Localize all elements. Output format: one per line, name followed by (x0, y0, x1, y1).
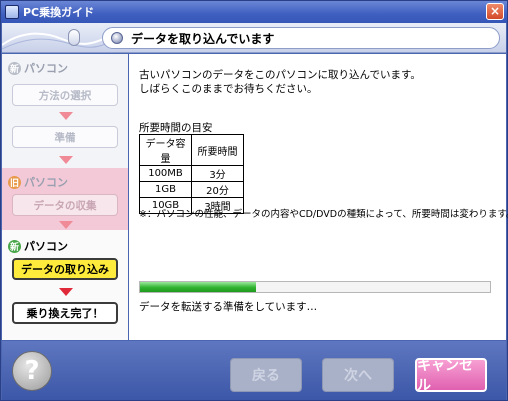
section-label: 新 パソコン (8, 238, 68, 254)
sidebar-section-new-pc-1: 新 パソコン 方法の選択 準備 (2, 54, 128, 168)
table-header: 所要時間 (191, 134, 244, 166)
window-title: PC乗換ガイド (23, 6, 95, 19)
down-arrow-icon (59, 112, 73, 120)
step-complete: 乗り換え完了！ (12, 302, 118, 324)
sidebar-section-new-pc-2: 新 パソコン データの取り込み 乗り換え完了！ (2, 230, 128, 340)
table-row: 1GB 20分 (139, 181, 244, 198)
table-cell: 100MB (139, 165, 192, 182)
progress-fill (140, 282, 256, 292)
close-button[interactable]: × (486, 3, 504, 20)
help-button[interactable]: ? (12, 351, 52, 391)
progress-status-text: データを転送する準備をしています… (139, 301, 318, 313)
old-badge-icon: 旧 (8, 175, 21, 189)
step-method-select: 方法の選択 (12, 84, 118, 106)
bullet-icon (111, 32, 123, 44)
step-data-collect: データの収集 (12, 194, 118, 216)
section-label-text: パソコン (24, 176, 68, 189)
section-label: 新 パソコン (8, 60, 68, 76)
section-label-text: パソコン (24, 240, 68, 253)
next-button[interactable]: 次へ (322, 358, 394, 392)
table-row: 100MB 3分 (139, 165, 244, 182)
step-prepare: 準備 (12, 126, 118, 148)
page-title: データを取り込んでいます (131, 31, 275, 46)
step-data-import-current: データの取り込み (12, 258, 118, 280)
table-header: データ容量 (139, 134, 192, 166)
message-line-2: しばらくこのままでお待ちください。 (139, 83, 318, 95)
footnote: ※：パソコンの性能、データの内容やCD/DVDの種類によって、所要時間は変わりま… (139, 209, 508, 220)
title-bar: PC乗換ガイド × (1, 1, 507, 23)
message-line-1: 古いパソコンのデータをこのパソコンに取り込んでいます。 (139, 69, 421, 81)
down-arrow-icon (59, 288, 73, 296)
new-badge-icon: 新 (8, 61, 21, 75)
new-badge-icon: 新 (8, 239, 21, 253)
time-estimate-table: データ容量 所要時間 100MB 3分 1GB 20分 10GB 3時間 (139, 134, 244, 214)
table-cell: 3分 (191, 165, 244, 182)
progress-bar (139, 281, 491, 293)
down-arrow-icon (59, 221, 73, 229)
mouse-icon (68, 29, 80, 46)
section-label: 旧 パソコン (8, 174, 68, 190)
back-button[interactable]: 戻る (230, 358, 302, 392)
step-sidebar: 新 パソコン 方法の選択 準備 旧 パソコン データの収集 新 パソコン データ… (2, 54, 128, 340)
cancel-button[interactable]: キャンセル (415, 358, 487, 394)
sidebar-section-old-pc: 旧 パソコン データの収集 (2, 168, 128, 230)
app-icon (5, 5, 19, 19)
header-title-pill: データを取り込んでいます (102, 27, 500, 49)
status-message: 古いパソコンのデータをこのパソコンに取り込んでいます。 しばらくこのままでお待ち… (139, 68, 421, 96)
section-label-text: パソコン (24, 62, 68, 75)
time-table-title: 所要時間の目安 (139, 122, 213, 134)
down-arrow-icon (59, 156, 73, 164)
table-cell: 20分 (191, 181, 244, 198)
app-window: PC乗換ガイド × データを取り込んでいます 新 パソコン 方法の選択 準備 旧 (0, 0, 508, 401)
footer-bar: ? 戻る 次へ キャンセル (2, 341, 506, 400)
wave-decoration-icon (2, 32, 112, 50)
table-cell: 1GB (139, 181, 192, 198)
page-header: データを取り込んでいます (2, 23, 506, 53)
main-content: 古いパソコンのデータをこのパソコンに取り込んでいます。 しばらくこのままでお待ち… (129, 54, 508, 340)
